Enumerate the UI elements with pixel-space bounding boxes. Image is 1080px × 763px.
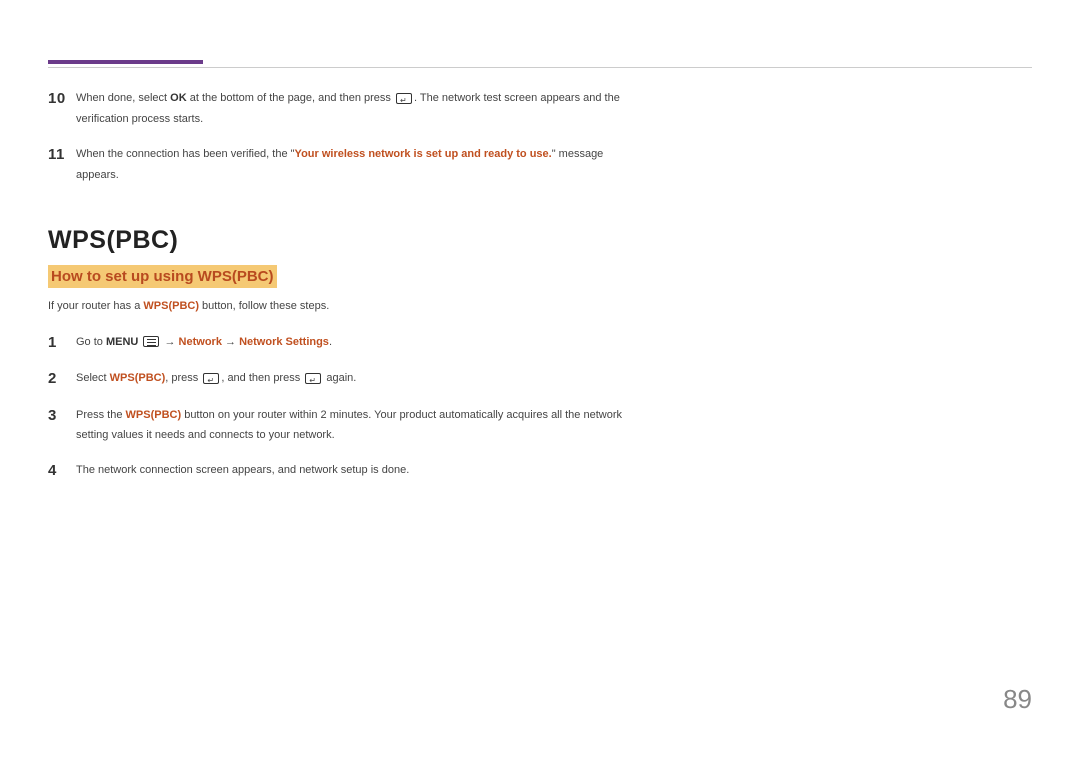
enter-icon [305,373,321,384]
menu-icon [143,336,159,347]
text-fragment: Network Settings [239,336,329,348]
intro-bold: WPS(PBC) [143,300,199,312]
step-content: When done, select OK at the bottom of th… [76,88,636,130]
step-number: 3 [48,405,76,428]
step-content: Select WPS(PBC), press , and then press … [76,368,356,389]
chapter-indicator-bar [48,60,203,64]
subsection-title-wrap: How to set up using WPS(PBC) [48,265,1032,300]
page-number: 89 [1003,684,1032,715]
step-content: When the connection has been verified, t… [76,144,636,186]
page-container: 10When done, select OK at the bottom of … [0,0,1080,483]
step-number: 11 [48,144,76,167]
steps-top-list: 10When done, select OK at the bottom of … [48,88,1032,186]
text-fragment: → [161,336,178,348]
step-item: 2Select WPS(PBC), press , and then press… [48,368,1032,391]
step-item: 3Press the WPS(PBC) button on your route… [48,405,1032,447]
enter-icon [396,93,412,104]
step-content: Press the WPS(PBC) button on your router… [76,405,636,447]
step-number: 10 [48,88,76,111]
intro-prefix: If your router has a [48,300,143,312]
text-fragment: The network connection screen appears, a… [76,464,409,476]
step-item: 11When the connection has been verified,… [48,144,1032,186]
text-fragment: again. [323,372,356,384]
text-fragment: MENU [106,336,138,348]
text-fragment: OK [170,92,187,104]
text-fragment: Go to [76,336,106,348]
step-content: The network connection screen appears, a… [76,460,409,481]
text-fragment: → [222,336,239,348]
step-item: 4The network connection screen appears, … [48,460,1032,483]
text-fragment: Your wireless network is set up and read… [295,148,552,160]
step-content: Go to MENU → Network → Network Settings. [76,332,332,353]
text-fragment: Press the [76,409,126,421]
steps-bottom-list: 1Go to MENU → Network → Network Settings… [48,332,1032,483]
subsection-title: How to set up using WPS(PBC) [48,265,277,288]
text-fragment: at the bottom of the page, and then pres… [187,92,394,104]
text-fragment: Select [76,372,110,384]
step-number: 4 [48,460,76,483]
text-fragment: When done, select [76,92,170,104]
text-fragment: . [329,336,332,348]
section-title: WPS(PBC) [48,226,1032,255]
enter-icon [203,373,219,384]
intro-text: If your router has a WPS(PBC) button, fo… [48,300,1032,312]
horizontal-rule [48,67,1032,68]
step-number: 2 [48,368,76,391]
text-fragment: WPS(PBC) [126,409,182,421]
text-fragment: WPS(PBC) [110,372,166,384]
step-item: 1Go to MENU → Network → Network Settings… [48,332,1032,355]
text-fragment: , and then press [221,372,303,384]
step-number: 1 [48,332,76,355]
intro-suffix: button, follow these steps. [199,300,329,312]
text-fragment [138,336,141,348]
step-item: 10When done, select OK at the bottom of … [48,88,1032,130]
text-fragment: When the connection has been verified, t… [76,148,295,160]
text-fragment: Network [179,336,222,348]
text-fragment: , press [165,372,201,384]
